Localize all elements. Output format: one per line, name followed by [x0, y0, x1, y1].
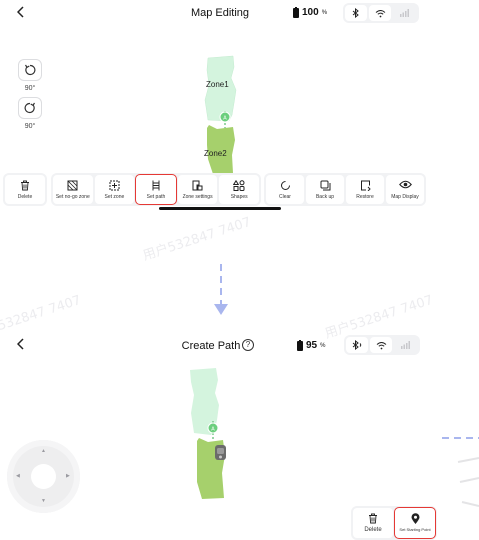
toolbar-map-group: Clear Back up Restore Map Display: [264, 173, 426, 206]
clear-button[interactable]: Clear: [266, 175, 304, 204]
joystick-down-icon: ▼: [41, 498, 46, 504]
path-icon: [151, 180, 161, 192]
rotate-cw-button[interactable]: [18, 97, 42, 119]
zone-settings-button[interactable]: Zone settings: [177, 175, 218, 204]
battery-indicator: 100%: [293, 6, 327, 18]
shapes-icon: [232, 179, 245, 192]
clear-icon: [280, 180, 291, 192]
edge-path-preview: [442, 437, 479, 507]
rotate-cw-icon: [24, 102, 36, 114]
battery-percent: 100: [302, 7, 319, 18]
battery-icon: [293, 6, 299, 18]
rotate-ccw-button[interactable]: [18, 59, 42, 81]
connection-status: [343, 3, 419, 23]
svg-text:A: A: [211, 427, 215, 433]
rotate-cw-label: 90°: [24, 123, 36, 130]
battery-icon: [297, 339, 303, 351]
svg-text:A: A: [223, 116, 227, 122]
cellular-signal-icon[interactable]: [394, 337, 416, 353]
map-canvas[interactable]: A: [180, 365, 245, 500]
trash-icon: [20, 180, 30, 192]
back-button[interactable]: [14, 337, 28, 353]
help-icon[interactable]: ?: [242, 339, 254, 351]
bluetooth-icon[interactable]: [346, 337, 368, 353]
joystick-right-icon: ▶: [66, 473, 70, 479]
path-action-panel: Delete Set Starting Point: [351, 506, 437, 540]
joystick-up-icon: ▲: [41, 448, 46, 454]
joystick-left-icon: ◀: [16, 473, 20, 479]
back-button[interactable]: [14, 5, 28, 21]
no-go-zone-icon: [67, 180, 78, 192]
wifi-icon[interactable]: [369, 5, 391, 21]
chevron-left-icon: [16, 338, 24, 350]
battery-percent: 95: [306, 340, 318, 351]
watermark: 532847 7407: [0, 292, 84, 335]
set-zone-button[interactable]: Set zone: [94, 175, 135, 204]
joystick-control[interactable]: ▲ ▼ ◀ ▶: [7, 440, 80, 513]
page-title: Create Path: [181, 340, 241, 352]
chevron-left-icon: [16, 6, 24, 18]
restore-button[interactable]: Restore: [346, 175, 384, 204]
zone1-label[interactable]: Zone1: [206, 80, 229, 89]
trash-icon: [368, 513, 378, 525]
backup-icon: [320, 180, 331, 192]
zone2-label[interactable]: Zone2: [204, 149, 227, 158]
shapes-button[interactable]: Shapes: [219, 175, 259, 204]
connection-status: [344, 335, 420, 355]
battery-indicator: 95%: [297, 339, 325, 351]
eye-icon: [398, 180, 412, 192]
map-display-button[interactable]: Map Display: [386, 175, 424, 204]
rotate-ccw-label: 90°: [24, 85, 36, 92]
toolbar-delete-group: Delete: [3, 173, 47, 206]
page-title: Map Editing: [190, 7, 250, 19]
rotate-ccw-icon: [24, 64, 36, 76]
flow-arrow-icon: [214, 264, 228, 315]
watermark: 用户532847 7407: [141, 214, 254, 264]
delete-button[interactable]: Delete: [353, 508, 393, 538]
set-starting-point-button[interactable]: Set Starting Point: [394, 507, 436, 539]
toolbar-zone-group: Set no-go zone Set zone Set path Zone se…: [51, 173, 261, 206]
delete-button[interactable]: Delete: [5, 175, 45, 204]
back-up-button[interactable]: Back up: [306, 175, 344, 204]
bluetooth-icon[interactable]: [345, 5, 367, 21]
set-path-button[interactable]: Set path: [135, 174, 177, 205]
location-pin-icon: [411, 513, 420, 525]
restore-icon: [360, 180, 371, 192]
joystick-knob[interactable]: [31, 464, 56, 489]
cellular-signal-icon[interactable]: [393, 5, 415, 21]
zone-settings-icon: [192, 180, 203, 192]
home-indicator: [159, 207, 281, 210]
set-no-go-zone-button[interactable]: Set no-go zone: [53, 175, 93, 204]
add-zone-icon: [109, 180, 120, 192]
wifi-icon[interactable]: [370, 337, 392, 353]
mower-icon: [215, 445, 226, 460]
